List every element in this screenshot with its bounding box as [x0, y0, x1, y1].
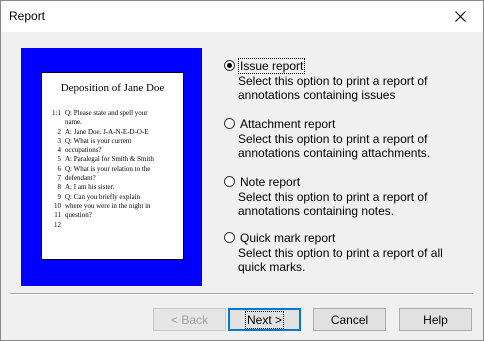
issue-report-label[interactable]: Issue report [237, 58, 306, 74]
preview-line: 1:1 Q: Please state and spell your [52, 109, 148, 117]
preview-doc-lines: 1:1 Q: Please state and spell your name. … [46, 109, 181, 230]
preview-doc-title: Deposition of Jane Doe [60, 82, 165, 94]
next-button-label: Next > [244, 310, 285, 329]
preview-line: 10 where you were in the night in [54, 201, 151, 210]
title-bar: Report [1, 1, 483, 32]
window-title: Report [9, 9, 46, 23]
back-button-label: < Back [170, 312, 209, 327]
attachment-report-description: Select this option to print a report of … [238, 132, 431, 160]
preview-line: 5 A: Paralegal for Smith & Smith [57, 155, 154, 164]
preview-line: 8 A: I am his sister. [57, 183, 115, 192]
help-button[interactable]: Help [399, 308, 472, 331]
close-button[interactable] [437, 1, 483, 32]
quick-mark-report-label[interactable]: Quick mark report [239, 231, 336, 245]
preview-line: 3 Q: What is your current [57, 136, 132, 145]
next-button[interactable]: Next > [228, 308, 301, 331]
attachment-report-radio[interactable] [224, 118, 235, 129]
back-button[interactable]: < Back [153, 308, 226, 331]
note-report-radio[interactable] [224, 176, 235, 187]
note-report-label[interactable]: Note report [239, 175, 301, 189]
preview-line: 7 defendant? [57, 174, 96, 183]
close-icon [454, 11, 466, 22]
preview-document: Deposition of Jane Doe 1:1 Q: Please stat… [41, 72, 184, 260]
preview-line: 6 Q: What is your relation to the [57, 164, 151, 173]
quick-mark-report-description: Select this option to print a report of … [238, 246, 443, 274]
help-button-label: Help [423, 312, 448, 327]
button-divider [10, 293, 473, 295]
preview-line: name. [65, 118, 82, 127]
preview-line: 4 occupations? [57, 146, 102, 155]
preview-line: 9 Q: Can you briefly explain [57, 192, 141, 201]
preview-line: 12 [54, 220, 61, 229]
cancel-button[interactable]: Cancel [313, 308, 386, 331]
report-preview: Deposition of Jane Doe 1:1 Q: Please stat… [21, 48, 202, 286]
cancel-button-label: Cancel [330, 312, 369, 327]
attachment-report-label[interactable]: Attachment report [239, 117, 336, 131]
issue-report-description: Select this option to print a report of … [238, 74, 428, 102]
quick-mark-report-radio[interactable] [224, 232, 235, 243]
report-dialog: Report Deposition of Jane Doe 1:1 Q: Plea… [0, 0, 484, 341]
preview-line: 2 A: Jane Doe. J-A-N-E-D-O-E [57, 127, 149, 136]
note-report-description: Select this option to print a report of … [238, 190, 428, 218]
preview-line: 11 question? [54, 211, 92, 220]
issue-report-radio[interactable] [224, 60, 235, 71]
